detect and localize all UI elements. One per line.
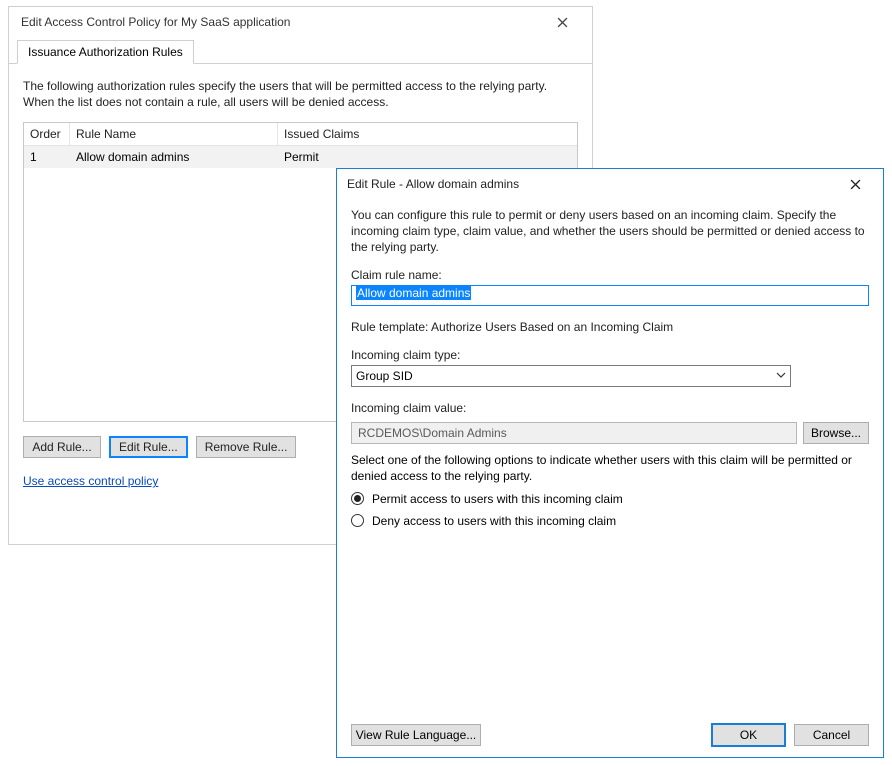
- window-titlebar: Edit Access Control Policy for My SaaS a…: [9, 7, 592, 37]
- radio-icon: [351, 514, 364, 527]
- options-description: Select one of the following options to i…: [351, 452, 869, 484]
- tabstrip: Issuance Authorization Rules: [9, 37, 592, 64]
- permit-option[interactable]: Permit access to users with this incomin…: [351, 492, 869, 506]
- browse-button[interactable]: Browse...: [803, 422, 869, 444]
- col-name-header[interactable]: Rule Name: [70, 123, 278, 145]
- cell-claims: Permit: [278, 146, 577, 168]
- remove-rule-button[interactable]: Remove Rule...: [196, 436, 297, 458]
- claim-rule-name-value: Allow domain admins: [356, 286, 471, 300]
- window-title: Edit Access Control Policy for My SaaS a…: [17, 15, 540, 29]
- view-rule-language-button[interactable]: View Rule Language...: [351, 724, 481, 746]
- incoming-claim-type-select[interactable]: Group SID: [351, 365, 791, 387]
- table-row[interactable]: 1 Allow domain admins Permit: [24, 146, 577, 168]
- incoming-claim-value-row: RCDEMOS\Domain Admins Browse...: [351, 422, 869, 444]
- claim-rule-name-input[interactable]: Allow domain admins: [351, 285, 869, 306]
- col-claims-header[interactable]: Issued Claims: [278, 123, 577, 145]
- deny-option-label: Deny access to users with this incoming …: [372, 514, 616, 528]
- rules-description: The following authorization rules specif…: [23, 78, 578, 110]
- incoming-claim-value-label: Incoming claim value:: [351, 401, 869, 415]
- cell-name: Allow domain admins: [70, 146, 278, 168]
- chevron-down-icon: [776, 369, 786, 383]
- incoming-claim-type-label: Incoming claim type:: [351, 348, 869, 362]
- ok-button[interactable]: OK: [711, 723, 786, 747]
- tab-issuance-rules[interactable]: Issuance Authorization Rules: [17, 40, 194, 64]
- col-order-header[interactable]: Order: [24, 123, 70, 145]
- rule-template-prefix: Rule template:: [351, 320, 431, 334]
- use-access-policy-link[interactable]: Use access control policy: [23, 474, 158, 488]
- cancel-button[interactable]: Cancel: [794, 724, 869, 746]
- dialog-footer: View Rule Language... OK Cancel: [351, 723, 869, 747]
- permit-option-label: Permit access to users with this incomin…: [372, 492, 623, 506]
- rule-template-value: Authorize Users Based on an Incoming Cla…: [431, 320, 673, 334]
- incoming-claim-value-input: RCDEMOS\Domain Admins: [351, 422, 797, 444]
- deny-option[interactable]: Deny access to users with this incoming …: [351, 514, 869, 528]
- cell-order: 1: [24, 146, 70, 168]
- edit-rule-button[interactable]: Edit Rule...: [109, 436, 188, 458]
- dialog-titlebar: Edit Rule - Allow domain admins: [337, 169, 883, 199]
- edit-rule-dialog: Edit Rule - Allow domain admins You can …: [336, 168, 884, 758]
- dialog-title: Edit Rule - Allow domain admins: [347, 177, 833, 191]
- rule-template-text: Rule template: Authorize Users Based on …: [351, 320, 869, 334]
- close-icon[interactable]: [833, 170, 877, 198]
- dialog-description: You can configure this rule to permit or…: [351, 207, 869, 256]
- close-icon[interactable]: [540, 8, 584, 36]
- radio-icon: [351, 492, 364, 505]
- claim-rule-name-label: Claim rule name:: [351, 268, 869, 282]
- incoming-claim-type-value: Group SID: [356, 369, 413, 383]
- add-rule-button[interactable]: Add Rule...: [23, 436, 101, 458]
- dialog-body: You can configure this rule to permit or…: [337, 199, 883, 757]
- table-header: Order Rule Name Issued Claims: [24, 123, 577, 146]
